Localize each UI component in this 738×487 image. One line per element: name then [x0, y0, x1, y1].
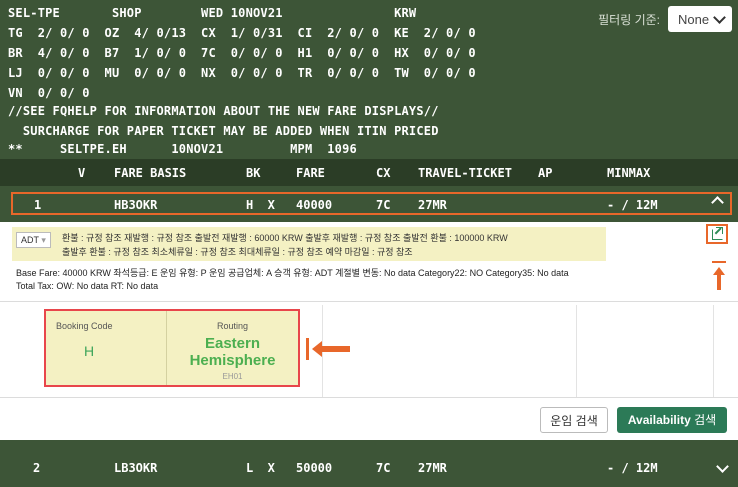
- fare-info-line-2: Total Tax: OW: No data RT: No data: [16, 281, 159, 291]
- row-travel-ticket: 27MR: [418, 198, 447, 212]
- routing-value-line-1: Eastern: [204, 335, 261, 352]
- pax-type-select[interactable]: ADT ▾: [16, 232, 51, 248]
- fare-info-line-1: Base Fare: 40000 KRW 좌석등급: E 운임 유형: P 운임…: [16, 268, 569, 278]
- col-bk: BK: [246, 166, 261, 180]
- filter-control: 필터링 기준: None: [598, 6, 732, 32]
- row-number: 2: [33, 461, 41, 475]
- rules-line-1: 환불 : 규정 참조 재발행 : 규정 참조 출발전 재발행 : 60000 K…: [62, 233, 508, 243]
- row-cx: 7C: [376, 461, 391, 475]
- row-fare: 40000: [296, 198, 333, 212]
- fare-table-header: V FARE BASIS BK FARE CX TRAVEL-TICKET AP…: [0, 159, 738, 186]
- row-fare: 50000: [296, 461, 333, 475]
- routing-code: EH01: [222, 372, 243, 381]
- fare-info: Base Fare: 40000 KRW 좌석등급: E 운임 유형: P 운임…: [16, 267, 569, 293]
- terminal-output: SEL-TPE SHOP WED 10NOV21 KRW TG 2/ 0/ 0 …: [0, 0, 738, 159]
- collapse-icon[interactable]: [711, 196, 724, 209]
- fare-row-1-highlight[interactable]: 1 HB3OKR H X 40000 7C 27MR - / 12M: [11, 192, 732, 215]
- booking-code-label: Booking Code: [56, 321, 113, 331]
- fare-row-1[interactable]: 1 HB3OKR H X 40000 7C 27MR - / 12M: [0, 186, 738, 222]
- col-minmax: MINMAX: [607, 166, 651, 180]
- col-fare: FARE: [296, 166, 325, 180]
- chevron-down-icon: [713, 10, 726, 24]
- fare-rules-summary: ADT ▾ 환불 : 규정 참조 재발행 : 규정 참조 출발전 재발행 : 6…: [12, 227, 606, 261]
- routing-value: Eastern Hemisphere: [167, 335, 298, 369]
- divider: [0, 397, 738, 398]
- row-fare-basis: LB3OKR: [114, 461, 158, 475]
- row-bk: H X: [246, 198, 275, 212]
- row-minmax: - / 12M: [607, 198, 658, 212]
- col-v: V: [78, 166, 86, 180]
- filter-select[interactable]: None: [668, 6, 732, 32]
- fare-search-button[interactable]: 운임 검색: [540, 407, 608, 433]
- row-cx: 7C: [376, 198, 391, 212]
- booking-code-value: H: [83, 343, 95, 359]
- fare-row-2[interactable]: 2 LB3OKR L X 50000 7C 27MR - / 12M: [0, 440, 738, 487]
- availability-search-button[interactable]: Availability 검색: [617, 407, 727, 433]
- terminal-line: TG 2/ 0/ 0 OZ 4/ 0/13 CX 1/ 0/31 CI 2/ 0…: [8, 26, 476, 40]
- open-external-button[interactable]: [706, 224, 728, 244]
- row-minmax: - / 12M: [607, 461, 658, 475]
- terminal-line: SEL-TPE SHOP WED 10NOV21 KRW: [8, 6, 417, 20]
- pax-type-value: ADT: [21, 235, 39, 245]
- rules-line-2: 출발후 환불 : 규정 참조 최소체류일 : 규정 참조 최대체류일 : 규정 …: [62, 247, 413, 257]
- fare-detail-panel: ADT ▾ 환불 : 규정 참조 재발행 : 규정 참조 출발전 재발행 : 6…: [0, 222, 738, 440]
- arrow-up-icon: [712, 261, 726, 290]
- grid-line: [576, 305, 577, 397]
- row-travel-ticket: 27MR: [418, 461, 447, 475]
- filter-label: 필터링 기준:: [598, 12, 660, 27]
- col-cx: CX: [376, 166, 391, 180]
- col-travel-ticket: TRAVEL-TICKET: [418, 166, 512, 180]
- grid-line: [713, 305, 714, 397]
- row-fare-basis: HB3OKR: [114, 198, 158, 212]
- terminal-line: SURCHARGE FOR PAPER TICKET MAY BE ADDED …: [8, 124, 439, 138]
- availability-suffix: 검색: [690, 413, 717, 427]
- divider: [0, 301, 738, 302]
- col-fare-basis: FARE BASIS: [114, 166, 187, 180]
- terminal-line: VN 0/ 0/ 0: [8, 86, 90, 100]
- arrow-left-icon: [306, 338, 350, 360]
- terminal-line: ** SELTPE.EH 10NOV21 MPM 1096: [8, 142, 357, 156]
- filter-value: None: [678, 11, 710, 27]
- availability-label: Availability: [627, 413, 691, 427]
- row-bk: L X: [246, 461, 275, 475]
- terminal-line: //SEE FQHELP FOR INFORMATION ABOUT THE N…: [8, 104, 439, 118]
- terminal-line: LJ 0/ 0/ 0 MU 0/ 0/ 0 NX 0/ 0/ 0 TR 0/ 0…: [8, 66, 476, 80]
- routing-label: Routing: [216, 321, 249, 331]
- routing-value-line-2: Hemisphere: [189, 352, 276, 369]
- external-arrow-icon: [716, 227, 723, 234]
- expand-icon[interactable]: [716, 460, 729, 473]
- terminal-line: BR 4/ 0/ 0 B7 1/ 0/ 0 7C 0/ 0/ 0 H1 0/ 0…: [8, 46, 476, 60]
- row-number: 1: [34, 198, 42, 212]
- booking-routing-box: Booking Code H Routing Eastern Hemispher…: [44, 309, 300, 387]
- caret-down-icon: ▾: [41, 235, 46, 245]
- col-ap: AP: [538, 166, 553, 180]
